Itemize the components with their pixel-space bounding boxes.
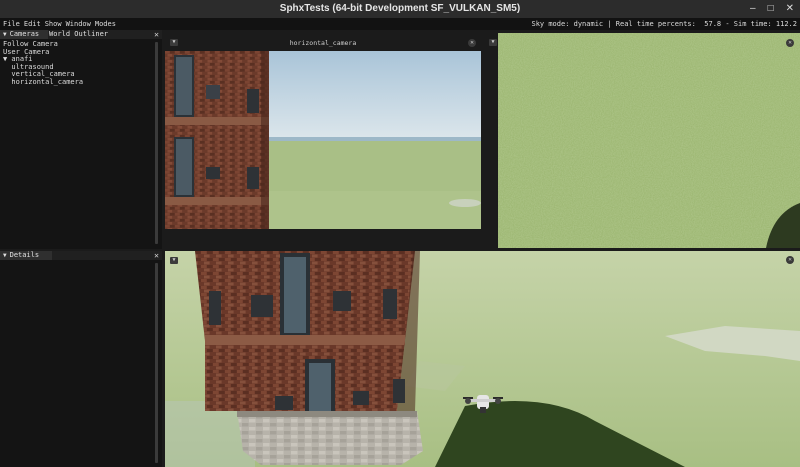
tree-item-horizontal-camera[interactable]: horizontal_camera (3, 78, 83, 87)
close-panel-icon[interactable]: ✕ (154, 30, 159, 39)
details-panel: ▼ Details ✕ (0, 251, 162, 467)
window-titlebar: SphxTests (64-bit Development SF_VULKAN_… (0, 0, 800, 18)
tab-details[interactable]: ▼ Details (0, 251, 52, 260)
close-details-icon[interactable]: ✕ (154, 251, 159, 260)
menu-window[interactable]: Window (66, 18, 91, 30)
details-scrollbar[interactable] (155, 263, 158, 463)
tab-menu-icon[interactable]: ▼ (3, 31, 7, 38)
tab-world-outliner-label: World Outliner (49, 30, 109, 38)
cameras-scrollbar[interactable] (155, 42, 158, 244)
cameras-tabbar: ▼ Cameras World Outliner ✕ (0, 30, 162, 39)
camera-tree: Follow Camera User Camera ▼ anafi ultras… (3, 40, 83, 87)
details-tabbar: ▼ Details ✕ (0, 251, 162, 260)
vertical-viewport-options-icon[interactable]: ▼ (489, 39, 497, 46)
minimize-icon[interactable]: – (750, 0, 756, 18)
sim-status-text: Sky mode: dynamic | Real time percents: … (531, 20, 797, 28)
vertical-close-viewport-icon[interactable]: ✕ (786, 39, 794, 47)
window-title: SphxTests (64-bit Development SF_VULKAN_… (279, 3, 521, 14)
tab-cameras[interactable]: ▼ Cameras (0, 30, 48, 39)
close-window-icon[interactable]: ✕ (786, 0, 794, 18)
main-scene-view[interactable]: ▼ ✕ (165, 251, 800, 467)
horizontal-camera-view[interactable] (165, 51, 481, 229)
tab-menu-icon[interactable]: ▼ (3, 252, 7, 259)
tab-cameras-label: Cameras (9, 30, 40, 38)
main-viewport-options-icon[interactable]: ▼ (170, 257, 178, 264)
maximize-icon[interactable]: □ (768, 0, 774, 18)
main-close-viewport-icon[interactable]: ✕ (786, 256, 794, 264)
close-viewport-icon[interactable]: ✕ (468, 39, 476, 47)
menu-modes[interactable]: Modes (95, 18, 116, 30)
horizontal-camera-title: horizontal_camera (289, 39, 357, 47)
menu-bar: File Edit Show Window Modes Sky mode: dy… (0, 18, 800, 30)
vertical-camera-view[interactable]: ✕ (498, 33, 800, 248)
cameras-panel: ▼ Cameras World Outliner ✕ Follow Camera … (0, 30, 162, 249)
window-controls: – □ ✕ (750, 0, 794, 18)
horizontal-camera-header: ▼ horizontal_camera ✕ (165, 37, 481, 49)
menu-edit[interactable]: Edit (24, 18, 41, 30)
tab-details-label: Details (9, 251, 40, 259)
menu-file[interactable]: File (3, 18, 20, 30)
menu-show[interactable]: Show (45, 18, 62, 30)
tab-world-outliner[interactable]: World Outliner (46, 30, 111, 39)
